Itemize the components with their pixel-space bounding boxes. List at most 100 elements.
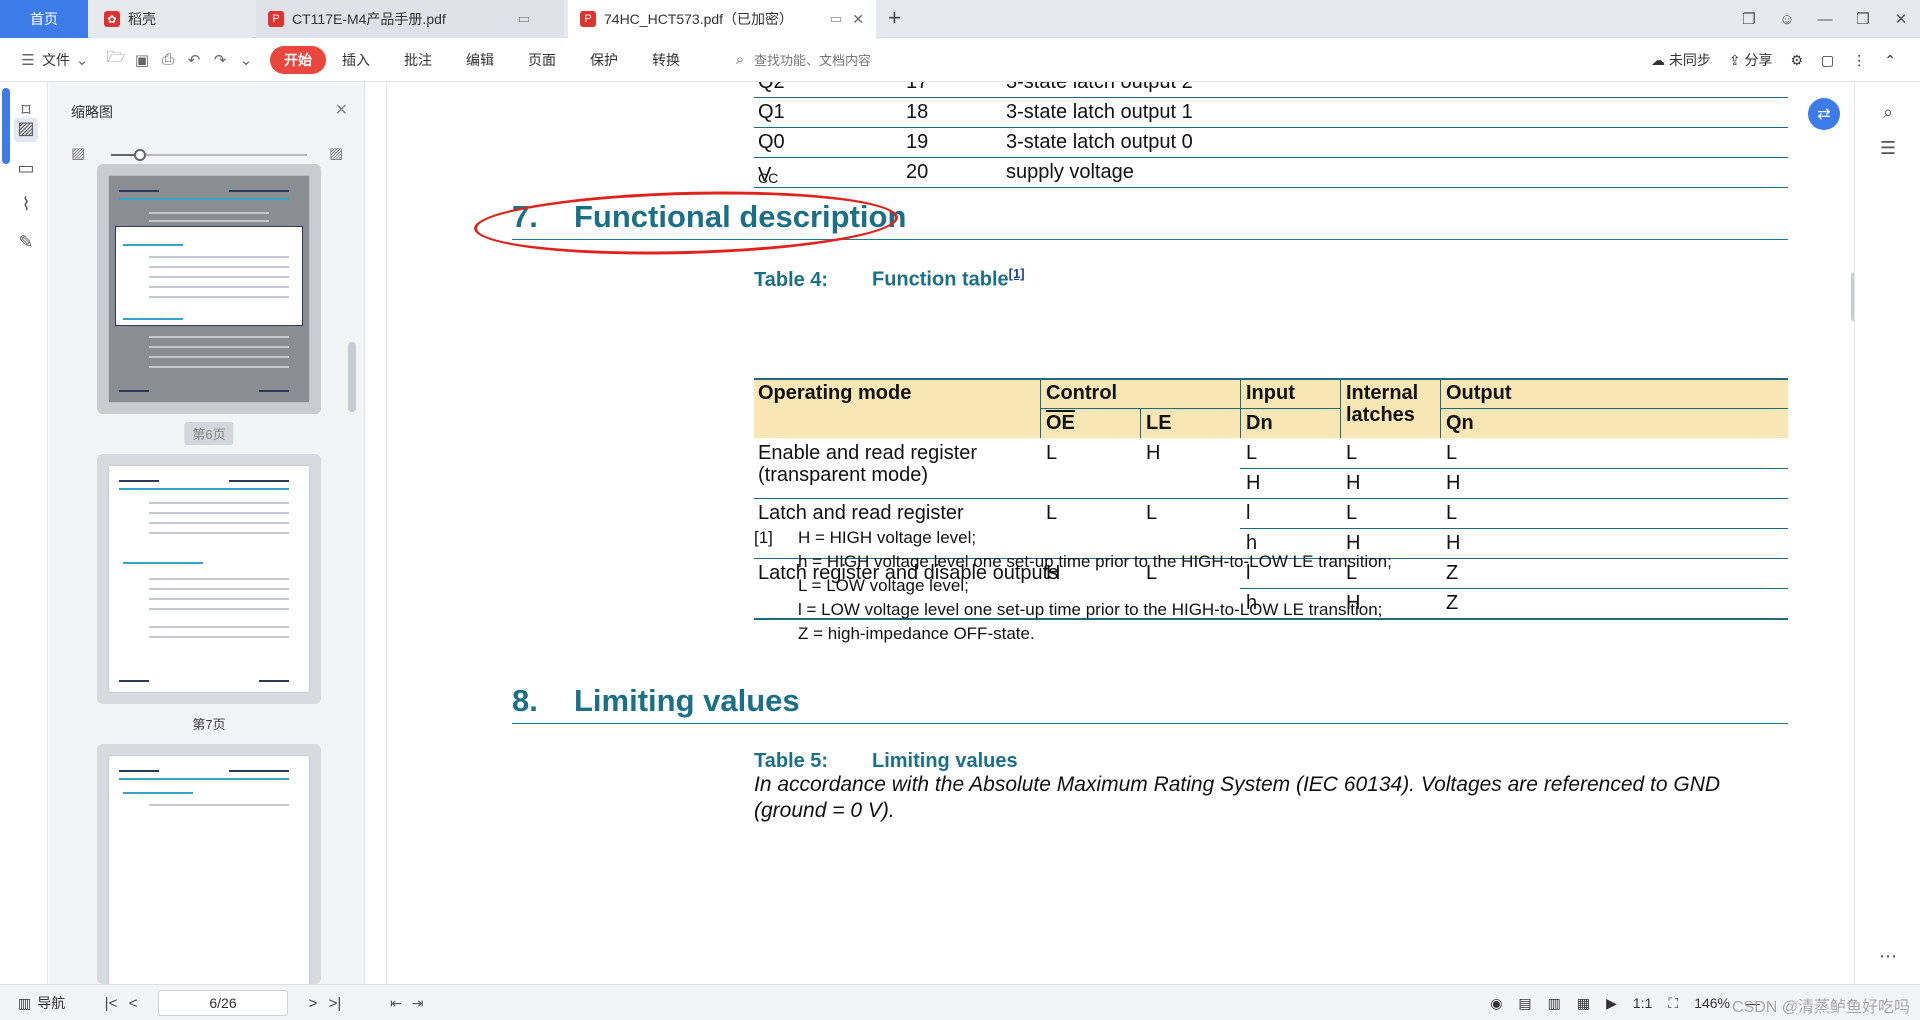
settings-icon[interactable]: ⚙ — [1790, 52, 1803, 69]
footnote-line: H = HIGH voltage level; — [798, 528, 977, 547]
search-placeholder: 查找功能、文档内容 — [754, 53, 872, 68]
single-page-icon[interactable]: ▤ — [1518, 995, 1531, 1012]
pin-description: 3-state latch output 0 — [1006, 131, 1193, 153]
file-menu-label: 文件 — [42, 51, 70, 68]
ai-search-icon[interactable]: ⌕ — [1875, 102, 1901, 123]
close-window-icon[interactable]: ✕ — [1882, 10, 1920, 28]
print-icon[interactable]: ⎙ — [156, 51, 180, 68]
zoom-in-image-icon[interactable]: ▨ — [329, 144, 343, 162]
zoom-slider[interactable] — [111, 149, 307, 161]
tab-edit[interactable]: 编辑 — [466, 50, 494, 70]
close-icon[interactable]: ✕ — [335, 100, 348, 120]
header-divider — [1238, 408, 1340, 409]
prev-page-icon[interactable]: < — [122, 995, 144, 1012]
zoom-slider-handle[interactable] — [134, 149, 147, 161]
restore-icon[interactable]: ❐ — [1844, 10, 1882, 28]
monitor-icon[interactable]: ▭ — [830, 11, 842, 27]
cell-oe: L — [1046, 502, 1058, 524]
footnote-line: L = LOW voltage level; — [798, 576, 969, 595]
pin-name: V CC — [758, 164, 779, 186]
tab-bar: 首页 ✿ 稻壳 P CT117E-M4产品手册.pdf ▭ P 74HC_HCT… — [0, 0, 1920, 38]
next-page-icon[interactable]: > — [302, 995, 324, 1012]
tab-ct117-pdf[interactable]: P CT117E-M4产品手册.pdf ▭ — [256, 0, 564, 38]
tab-start[interactable]: 开始 — [270, 45, 326, 74]
status-bar: ▥ 导航 |< < > >| ⇤ ⇥ ◉ ▤ ▥ ▦ ▶ 1:1 ⛶ 146% … — [0, 984, 1920, 1020]
continuous-page-icon[interactable]: ▥ — [1548, 995, 1561, 1012]
table-note: In accordance with the Absolute Maximum … — [754, 773, 1721, 822]
back-icon[interactable]: ⇤ — [390, 995, 402, 1012]
zoom-out-image-icon[interactable]: ▨ — [71, 144, 85, 162]
sync-button[interactable]: ☁ 未同步 — [1651, 50, 1711, 70]
cell-internal: L — [1346, 442, 1358, 464]
undo-icon[interactable]: ↶ — [182, 51, 206, 69]
collapse-icon[interactable]: ⌃ — [1884, 52, 1896, 69]
table-label: Table 4: — [754, 268, 829, 291]
scrollbar[interactable] — [2, 88, 10, 164]
pin-name: Q2 — [758, 82, 785, 93]
close-tab-icon[interactable]: ✕ — [852, 11, 864, 28]
footnote-line: Z = high-impedance OFF-state. — [798, 624, 1035, 643]
tab-protect[interactable]: 保护 — [590, 50, 618, 70]
save-icon[interactable]: ▣ — [130, 51, 154, 69]
thumbnail-page-7[interactable]: 第7页 — [97, 454, 321, 732]
fit-page-icon[interactable]: ⛶ — [1668, 995, 1678, 1012]
redo-icon[interactable]: ↷ — [208, 51, 232, 69]
more-dropdown-icon[interactable]: ⌄ — [234, 51, 258, 69]
pin-name: Q1 — [758, 101, 785, 123]
column-divider — [1140, 408, 1141, 438]
toolbar-right: ☁ 未同步 ⇪ 分享 ⚙ ▢ ⋮ ⌃ — [1651, 38, 1896, 82]
footnote-link[interactable]: [1] — [1009, 266, 1025, 281]
open-folder-icon[interactable]: 🗁 — [104, 47, 128, 72]
header-oe: OE — [1046, 412, 1075, 434]
play-icon[interactable]: ▶ — [1606, 995, 1617, 1012]
tab-daoke[interactable]: ✿ 稻壳 — [92, 0, 252, 38]
dual-page-icon[interactable]: ▦ — [1577, 995, 1590, 1012]
monitor-icon[interactable]: ▭ — [518, 11, 530, 27]
tab-home[interactable]: 首页 — [0, 0, 88, 38]
comment-icon[interactable]: ▭ — [14, 158, 38, 182]
avatar[interactable]: ☺ — [1768, 11, 1806, 28]
document-view[interactable]: Q2 17 3-state latch output 2 Q1 18 3-sta… — [366, 82, 1854, 984]
tab-annotate[interactable]: 批注 — [404, 50, 432, 70]
page-number-input[interactable] — [158, 990, 288, 1016]
tab-insert[interactable]: 插入 — [342, 50, 370, 70]
cell-qn: L — [1446, 442, 1458, 464]
last-page-icon[interactable]: >| — [324, 995, 346, 1012]
left-icon-bar: ⌑ ▨ ▭ ⌇ ✎ — [0, 82, 48, 984]
comment-icon[interactable]: ▢ — [1821, 52, 1834, 69]
thumbnail-page-6[interactable]: 第6页 — [97, 164, 321, 445]
first-page-icon[interactable]: |< — [100, 995, 122, 1012]
share-button[interactable]: ⇪ 分享 — [1729, 50, 1773, 70]
more-icon[interactable]: ⋮ — [1852, 52, 1866, 69]
footnote-line: l = LOW voltage level one set-up time pr… — [798, 600, 1383, 619]
tab-74hc-pdf[interactable]: P 74HC_HCT573.pdf（已加密） ▭ ✕ — [568, 0, 876, 38]
eye-protection-icon[interactable]: ◉ — [1490, 995, 1502, 1012]
thumbnail-page-8[interactable] — [97, 744, 321, 996]
new-tab-button[interactable]: + — [888, 6, 901, 30]
minimize-icon[interactable]: — — [1806, 11, 1844, 28]
thumbnail-icon[interactable]: ▨ — [14, 118, 38, 142]
adjust-icon[interactable]: ☰ — [1875, 138, 1901, 159]
cell-qn: Z — [1446, 562, 1459, 584]
table-title: Limiting values — [872, 750, 1018, 772]
forward-icon[interactable]: ⇥ — [412, 995, 424, 1012]
file-menu[interactable]: ☰ 文件 ⌄ — [16, 50, 96, 70]
actual-size-icon[interactable]: 1:1 — [1633, 995, 1652, 1011]
scrollbar[interactable] — [348, 342, 356, 412]
table-row: Q2 17 3-state latch output 2 — [754, 82, 1788, 98]
signature-icon[interactable]: ✎ — [14, 232, 38, 256]
tab-page[interactable]: 页面 — [528, 50, 556, 70]
attachment-icon[interactable]: ⌇ — [14, 194, 38, 218]
zoom-level[interactable]: 146% — [1694, 995, 1730, 1011]
tab-count-icon[interactable]: ❐ — [1730, 10, 1768, 28]
sync-label: 未同步 — [1668, 52, 1711, 68]
more-icon[interactable]: ⋯ — [1875, 946, 1901, 967]
nav-button[interactable]: ▥ 导航 — [18, 985, 65, 1020]
table-row: Q1 18 3-state latch output 1 — [754, 98, 1788, 128]
translate-float-button[interactable]: ⇄ — [1808, 98, 1840, 130]
cloud-icon: ☁ — [1650, 52, 1665, 68]
tab-convert[interactable]: 转换 — [652, 50, 680, 70]
search-input[interactable]: ⌕ 查找功能、文档内容 — [728, 50, 871, 69]
footnote-line: h = HIGH voltage level one set-up time p… — [798, 552, 1392, 571]
right-sidebar: ⌕ ☰ ⋯ — [1854, 82, 1920, 984]
